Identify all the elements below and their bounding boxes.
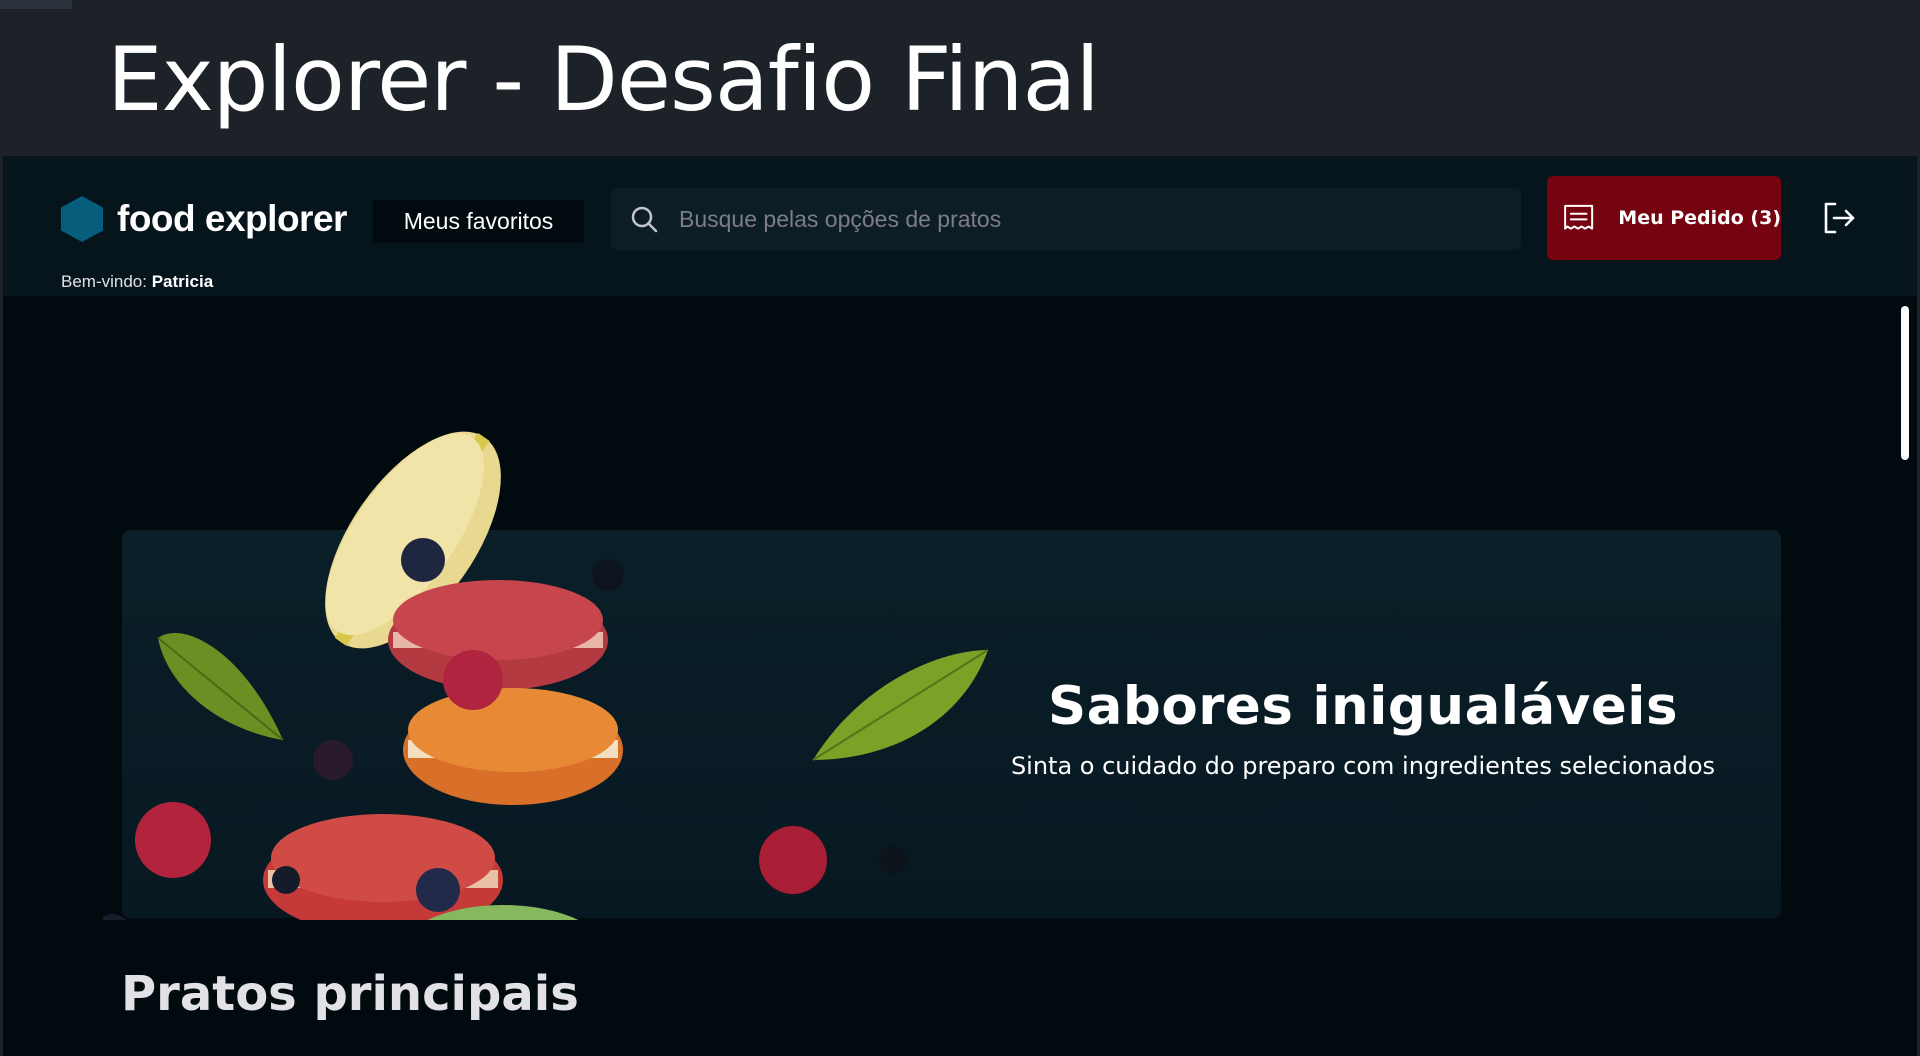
favorites-button[interactable]: Meus favoritos — [373, 200, 584, 243]
blueberry-icon — [401, 538, 445, 582]
search-icon — [631, 206, 658, 233]
window-title: Explorer - Desafio Final — [107, 28, 1100, 131]
blueberry-icon — [879, 846, 907, 874]
sign-out-icon — [1824, 202, 1855, 234]
blueberry-icon — [103, 914, 126, 920]
order-button-label: Meu Pedido (3) — [1618, 207, 1781, 229]
raspberry-icon — [443, 650, 503, 710]
welcome-prefix: Bem-vindo: — [61, 272, 147, 291]
raspberry-icon — [759, 826, 827, 894]
macaron-red — [263, 814, 503, 920]
welcome-user: Patricia — [151, 272, 214, 291]
leaf-icon — [157, 633, 284, 741]
search-input[interactable] — [679, 188, 1521, 250]
leaf-icon — [812, 649, 989, 761]
app-header: food explorer Meus favoritos Meu Pedido … — [3, 156, 1917, 296]
raspberry-icon — [135, 802, 211, 878]
window-corner-tab — [0, 0, 72, 9]
blueberry-icon — [592, 559, 624, 591]
section-title: Pratos principais — [121, 966, 579, 1022]
macaron-orange — [403, 688, 623, 805]
order-button[interactable]: Meu Pedido (3) — [1547, 176, 1781, 260]
macarons-image — [103, 431, 989, 920]
blueberry-icon — [313, 740, 353, 780]
scrollbar-thumb[interactable] — [1901, 306, 1909, 460]
welcome-text: Bem-vindo: Patricia — [61, 272, 213, 292]
blueberry-icon — [272, 866, 300, 894]
receipt-icon — [1564, 204, 1594, 230]
app-viewport: food explorer Meus favoritos Meu Pedido … — [3, 156, 1917, 1056]
search-bar[interactable] — [611, 188, 1521, 250]
blueberry-icon — [416, 868, 460, 912]
logo[interactable]: food explorer — [61, 196, 347, 242]
banner-title: Sabores inigualáveis — [1047, 676, 1678, 737]
banner-subtitle: Sinta o cuidado do preparo com ingredien… — [1010, 752, 1716, 780]
hexagon-icon — [61, 196, 103, 242]
logout-button[interactable] — [1821, 200, 1861, 240]
logo-text: food explorer — [117, 198, 347, 239]
